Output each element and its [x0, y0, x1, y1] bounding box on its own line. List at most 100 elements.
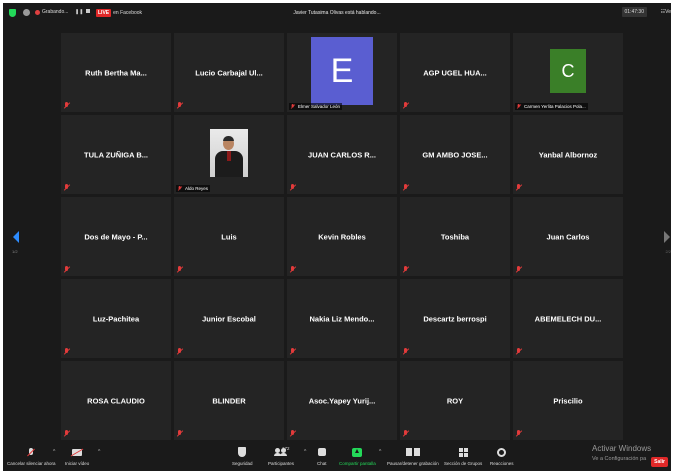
participant-tile[interactable]: Ruth Bertha Ma... — [61, 33, 171, 112]
participant-name-label: Elmer Salvador León — [289, 103, 343, 110]
participant-tile[interactable]: Luz-Pachitea — [61, 279, 171, 358]
participants-options-caret-icon[interactable]: ^ — [304, 449, 306, 455]
participant-tile[interactable]: Aldo Reyes — [174, 115, 284, 194]
participant-name: BLINDER — [212, 396, 246, 405]
pause-stop-recording-icon — [405, 448, 420, 456]
participant-tile[interactable]: Luis — [174, 197, 284, 276]
audio-options-caret-icon[interactable]: ^ — [53, 449, 55, 455]
muted-mic-icon — [516, 184, 522, 191]
participant-tile[interactable]: Nakia Liz Mendo... — [287, 279, 397, 358]
watermark-title: Activar Windows — [592, 444, 652, 453]
view-label: Ve — [665, 9, 671, 15]
participant-name: ROSA CLAUDIO — [87, 396, 145, 405]
participant-tile[interactable]: TULA ZUÑIGA B... — [61, 115, 171, 194]
participant-name: ROY — [446, 396, 464, 405]
participant-name: Yanbal Albornoz — [538, 150, 598, 159]
participant-tile[interactable]: C Carmen Yerlita Palacios Pola... — [513, 33, 623, 112]
muted-mic-icon — [290, 430, 296, 437]
security-button[interactable]: Seguridad — [232, 446, 253, 466]
participant-name-label: Aldo Reyes — [176, 185, 211, 192]
participant-name: Dos de Mayo - P... — [84, 232, 148, 241]
participant-tile[interactable]: AGP UGEL HUA... — [400, 33, 510, 112]
participant-tile[interactable]: BLINDER — [174, 361, 284, 440]
muted-mic-icon — [516, 430, 522, 437]
top-bar: Grabando... ❚❚ LIVE en Facebook Javier T… — [3, 3, 671, 23]
next-page-icon[interactable] — [664, 231, 670, 243]
participant-tile[interactable]: Kevin Robles — [287, 197, 397, 276]
participant-name: Descartz berrospi — [423, 314, 487, 323]
muted-mic-icon — [64, 430, 70, 437]
muted-mic-icon — [403, 184, 409, 191]
participant-tile[interactable]: Juan Carlos — [513, 197, 623, 276]
reactions-icon — [497, 447, 507, 457]
muted-mic-icon — [64, 348, 70, 355]
participants-button[interactable]: 172 Participantes — [267, 446, 295, 466]
participant-name: Priscilio — [553, 396, 583, 405]
participant-name: Junior Escobal — [202, 314, 256, 323]
unmute-button[interactable]: Cancelar silenciar ahora — [7, 446, 56, 466]
chat-icon — [317, 448, 326, 456]
participant-tile[interactable]: GM AMBO JOSE... — [400, 115, 510, 194]
zoom-meeting-window: Grabando... ❚❚ LIVE en Facebook Javier T… — [3, 3, 671, 471]
participant-name: Kevin Robles — [318, 232, 366, 241]
participant-video — [210, 129, 248, 177]
chat-button[interactable]: Chat — [317, 446, 327, 466]
participant-name: Asoc.Yapey Yurij... — [308, 396, 376, 405]
participant-name: GM AMBO JOSE... — [422, 150, 488, 159]
muted-mic-icon — [178, 186, 182, 191]
participant-name: Carmen Yerlita Palacios Pola... — [524, 104, 586, 109]
previous-page-icon[interactable] — [13, 231, 19, 243]
participant-tile[interactable]: Asoc.Yapey Yurij... — [287, 361, 397, 440]
chat-label: Chat — [317, 461, 327, 466]
participant-tile[interactable]: E Elmer Salvador León — [287, 33, 397, 112]
participant-name: Luz-Pachitea — [92, 314, 140, 323]
participant-tile[interactable]: ROY — [400, 361, 510, 440]
participant-name: Juan Carlos — [546, 232, 590, 241]
participant-tile[interactable]: Yanbal Albornoz — [513, 115, 623, 194]
security-shield-icon — [238, 447, 247, 457]
participant-name: Toshiba — [440, 232, 470, 241]
muted-mic-icon — [290, 266, 296, 273]
participant-name: Luis — [221, 232, 237, 241]
share-screen-button[interactable]: Compartir pantalla — [339, 446, 376, 466]
participant-tile[interactable]: ROSA CLAUDIO — [61, 361, 171, 440]
video-off-icon — [72, 448, 83, 456]
share-screen-icon — [352, 447, 363, 457]
muted-mic-icon — [403, 430, 409, 437]
participant-name: Nakia Liz Mendo... — [309, 314, 375, 323]
windows-activation-watermark: Activar Windows Ve a Configuración pa — [592, 444, 651, 464]
participant-tile[interactable]: Descartz berrospi — [400, 279, 510, 358]
breakout-rooms-button[interactable]: Sección de Grupos — [444, 446, 482, 466]
watermark-subtitle: Ve a Configuración pa — [592, 456, 647, 462]
muted-mic-icon — [177, 430, 183, 437]
participant-name: Ruth Bertha Ma... — [85, 68, 147, 77]
share-options-caret-icon[interactable]: ^ — [379, 449, 381, 455]
muted-mic-icon — [177, 266, 183, 273]
reactions-label: Reacciones — [490, 461, 514, 466]
view-button[interactable]: ☷Ve — [661, 9, 671, 15]
participant-name: JUAN CARLOS R... — [308, 150, 376, 159]
participant-name-label: Carmen Yerlita Palacios Pola... — [515, 103, 588, 110]
participants-count: 172 — [282, 446, 290, 451]
muted-mic-icon — [403, 348, 409, 355]
participant-tile[interactable]: Junior Escobal — [174, 279, 284, 358]
participant-tile[interactable]: JUAN CARLOS R... — [287, 115, 397, 194]
muted-mic-icon — [28, 447, 34, 457]
leave-button[interactable]: Salir — [651, 457, 668, 467]
participant-name: Aldo Reyes — [185, 186, 209, 191]
participant-tile[interactable]: Dos de Mayo - P... — [61, 197, 171, 276]
participant-tile[interactable]: ABEMELECH DU... — [513, 279, 623, 358]
reactions-button[interactable]: Reacciones — [490, 446, 514, 466]
participant-tile[interactable]: Priscilio — [513, 361, 623, 440]
start-video-button[interactable]: Iniciar vídeo — [65, 446, 89, 466]
participant-name: AGP UGEL HUA... — [423, 68, 487, 77]
participants-label: Participantes — [267, 461, 294, 466]
avatar: E — [311, 37, 373, 105]
active-speaker-label: Javier Tutasima Olivas está hablando... — [293, 10, 381, 16]
participant-tile[interactable]: Toshiba — [400, 197, 510, 276]
video-options-caret-icon[interactable]: ^ — [98, 449, 100, 455]
pause-stop-recording-button[interactable]: Pausar/detener grabación — [387, 446, 439, 466]
page-indicator-left: 1/2 — [12, 249, 18, 254]
participant-tile[interactable]: Lucio Carbajal Ul... — [174, 33, 284, 112]
pause-stop-recording-label: Pausar/detener grabación — [387, 461, 439, 466]
